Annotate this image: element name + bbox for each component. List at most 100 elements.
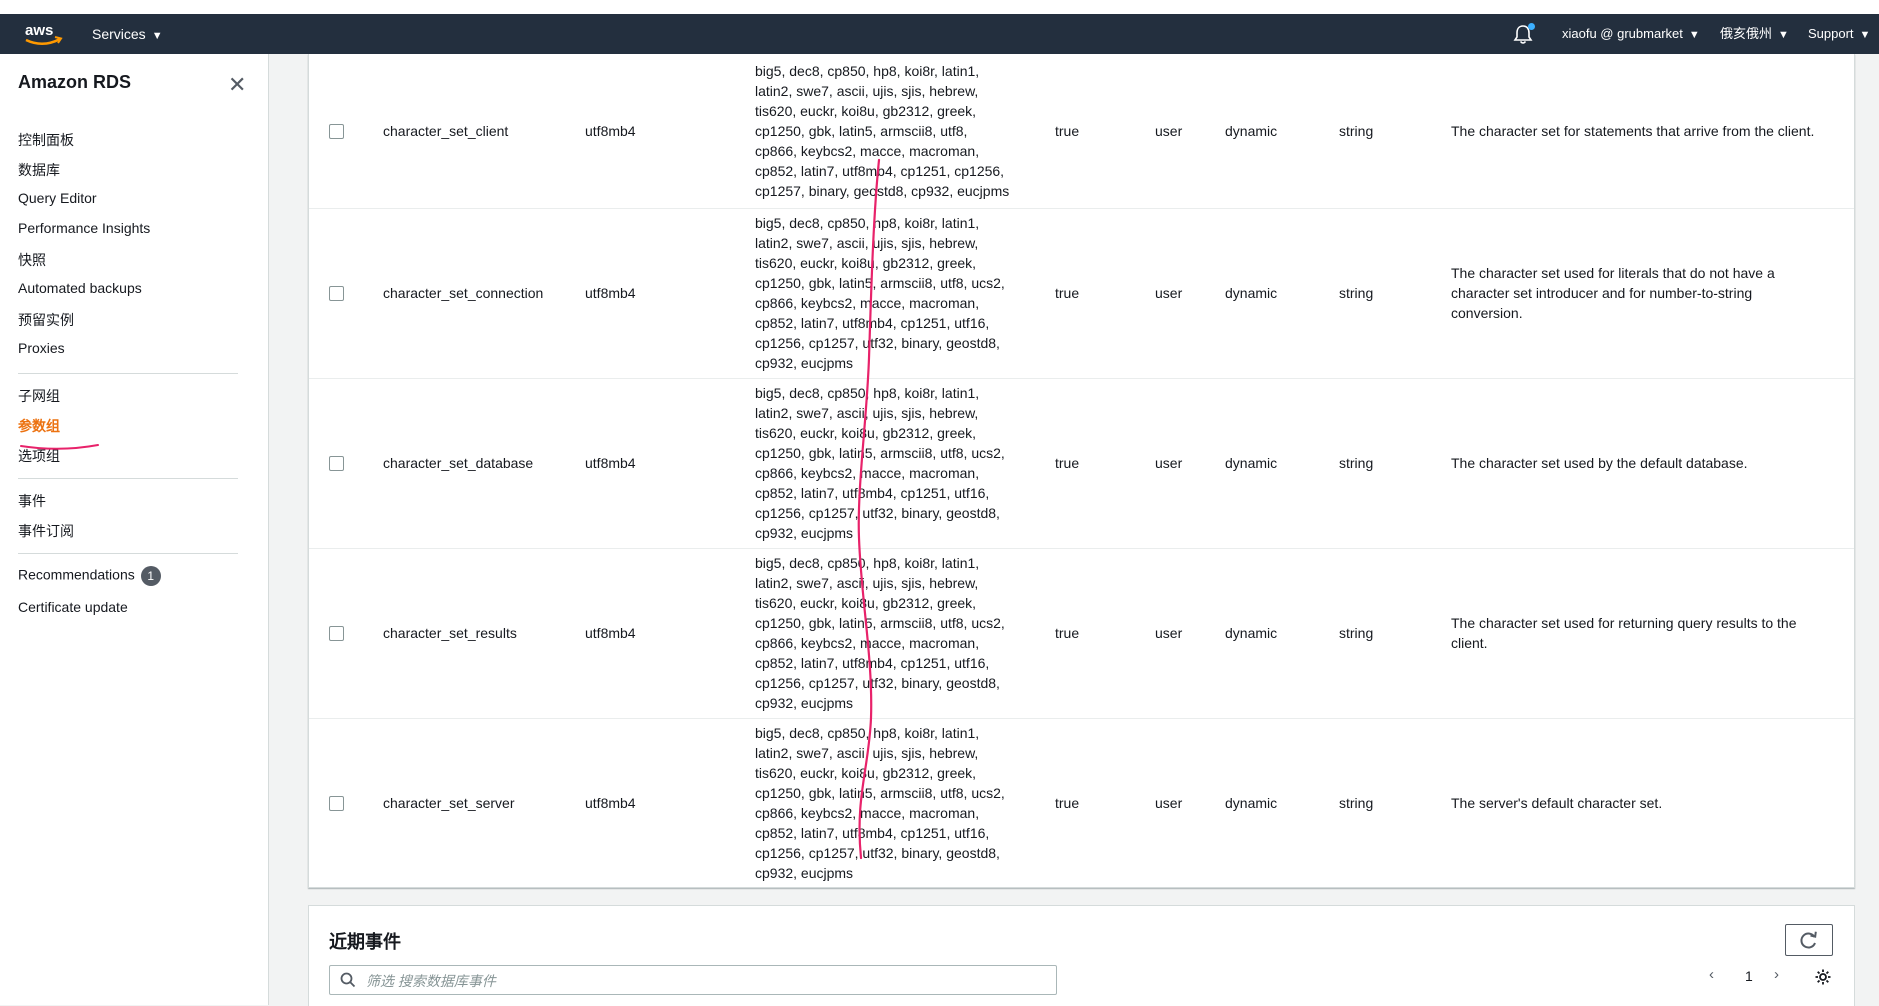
svg-text:aws: aws (25, 22, 53, 39)
services-menu[interactable]: Services ▼ (92, 14, 163, 54)
sidebar-item-query-editor[interactable]: Query Editor (18, 190, 97, 206)
sidebar-item-databases[interactable]: 数据库 (18, 160, 60, 180)
parameter-source: user (1155, 455, 1183, 471)
parameter-description: The character set for statements that ar… (1451, 54, 1814, 208)
sidebar-item-automated-backups[interactable]: Automated backups (18, 280, 142, 296)
page-number[interactable]: 1 (1745, 968, 1753, 984)
allowed-values-line: tis620, euckr, koi8u, gb2312, greek, (755, 103, 977, 119)
events-search[interactable] (329, 965, 1057, 995)
notification-dot (1528, 23, 1535, 30)
row-checkbox[interactable] (329, 124, 344, 139)
parameter-value: utf8mb4 (585, 794, 636, 811)
parameter-name: character_set_database (383, 455, 534, 471)
modifiable-flag: true (1055, 455, 1080, 471)
parameter-description: The character set used by the default da… (1451, 378, 1748, 548)
sidebar-item-parameter-groups[interactable]: 参数组 (18, 416, 60, 436)
parameter-value: utf8mb4 (585, 625, 636, 641)
parameter-name: character_set_connection (383, 285, 544, 301)
table-row[interactable]: character_set_connection utf8mb4 true user d… (309, 208, 1854, 379)
parameter-description: The character set used for returning que… (1451, 548, 1797, 718)
chevron-right-icon[interactable]: › (1774, 966, 1779, 983)
data-type: string (1339, 625, 1374, 641)
sidebar-item-subnet-groups[interactable]: 子网组 (18, 386, 60, 406)
user-menu[interactable]: xiaofu @ grubmarket ▼ (1562, 14, 1700, 54)
row-checkbox[interactable] (329, 626, 344, 641)
gear-icon[interactable] (1814, 968, 1832, 986)
modifiable-flag: true (1055, 123, 1080, 139)
parameter-name: character_set_server (383, 794, 515, 811)
table-row[interactable]: character_set_database utf8mb4 true user dyn… (309, 378, 1854, 549)
sidebar-item-proxies[interactable]: Proxies (18, 340, 65, 356)
modifiable-flag: true (1055, 794, 1080, 811)
services-label: Services (92, 26, 146, 42)
table-row[interactable]: character_set_client utf8mb4 true user dynam… (309, 54, 1854, 209)
events-search-input[interactable] (364, 969, 1048, 993)
sidebar-item-label: Recommendations (18, 566, 135, 583)
sidebar: Amazon RDS ✕ 控制面板 数据库 Query Editor Perfo… (0, 54, 269, 1005)
sidebar-item-performance-insights[interactable]: Performance Insights (18, 220, 150, 236)
region-label: 俄亥俄州 (1720, 26, 1773, 41)
parameter-name: character_set_results (383, 625, 517, 641)
support-menu[interactable]: Support ▼ (1808, 14, 1870, 54)
description-line: The server's default character set. (1451, 794, 1663, 811)
description-line: The character set for statements that ar… (1451, 123, 1815, 139)
sidebar-title: Amazon RDS (18, 72, 132, 92)
search-icon (340, 972, 356, 988)
close-icon[interactable]: ✕ (228, 72, 246, 98)
table-row[interactable]: character_set_results utf8mb4 true user dyna… (309, 548, 1854, 719)
description-line: client. (1451, 635, 1488, 651)
sidebar-divider (18, 373, 238, 374)
parameter-source: user (1155, 794, 1183, 811)
description-line: The character set used for returning que… (1451, 615, 1797, 631)
parameter-name: character_set_client (383, 123, 509, 139)
row-checkbox[interactable] (329, 286, 344, 301)
sidebar-item-events[interactable]: 事件 (18, 491, 46, 511)
sidebar-item-event-subscriptions[interactable]: 事件订阅 (18, 521, 74, 541)
data-type: string (1339, 794, 1374, 811)
caret-down-icon: ▼ (1778, 29, 1789, 41)
events-title: 近期事件 (329, 932, 401, 952)
parameter-value: utf8mb4 (585, 285, 636, 301)
caret-down-icon: ▼ (151, 30, 163, 42)
parameter-description: The server's default character set. (1451, 718, 1662, 887)
caret-down-icon: ▼ (1859, 29, 1871, 41)
refresh-icon (1800, 931, 1817, 949)
refresh-button[interactable] (1785, 924, 1833, 956)
sidebar-item-dashboard[interactable]: 控制面板 (18, 130, 74, 150)
row-checkbox[interactable] (329, 456, 344, 471)
parameter-source: user (1155, 285, 1183, 301)
user-label: xiaofu @ grubmarket (1562, 26, 1683, 41)
row-checkbox[interactable] (329, 795, 344, 811)
recent-events-panel: 近期事件 ‹ 1 › (308, 905, 1855, 1006)
region-menu[interactable]: 俄亥俄州 ▼ (1720, 14, 1789, 54)
description-line: The character set used by the default da… (1451, 455, 1748, 471)
chevron-left-icon[interactable]: ‹ (1709, 966, 1714, 983)
parameter-source: user (1155, 625, 1183, 641)
parameter-source: user (1155, 123, 1183, 139)
table-row[interactable]: character_set_server utf8mb4 true user dynam… (309, 718, 1854, 887)
count-badge: 1 (140, 566, 161, 586)
parameter-value: utf8mb4 (585, 123, 636, 139)
apply-type: dynamic (1225, 794, 1278, 811)
aws-logo-icon[interactable]: aws (22, 20, 64, 50)
support-label: Support (1808, 26, 1854, 41)
data-type: string (1339, 123, 1374, 139)
top-nav: aws Services ▼ xiaofu @ grubmarket ▼ 俄亥俄州 ▼… (0, 14, 1879, 54)
description-line: conversion. (1451, 305, 1523, 321)
sidebar-item-recommendations[interactable]: Recommendations 1 (18, 566, 161, 586)
data-type: string (1339, 455, 1374, 471)
apply-type: dynamic (1225, 123, 1278, 139)
allowed-values-line: cp1250, gbk, latin5, armscii8, utf8, (755, 123, 968, 139)
modifiable-flag: true (1055, 625, 1080, 641)
allowed-values-line: latin2, swe7, ascii, ujis, sjis, hebrew, (755, 83, 979, 99)
sidebar-item-certificate-update[interactable]: Certificate update (18, 599, 128, 615)
parameters-table: character_set_client utf8mb4 true user dynam… (308, 54, 1855, 888)
parameter-value: utf8mb4 (585, 455, 636, 471)
apply-type: dynamic (1225, 625, 1278, 641)
parameter-description: The character set used for literals that… (1451, 208, 1775, 378)
sidebar-item-reserved-instances[interactable]: 预留实例 (18, 310, 74, 330)
sidebar-item-snapshots[interactable]: 快照 (18, 250, 46, 270)
browser-strip (0, 0, 1879, 14)
annotation-underline (20, 444, 99, 450)
sidebar-divider (18, 553, 238, 554)
